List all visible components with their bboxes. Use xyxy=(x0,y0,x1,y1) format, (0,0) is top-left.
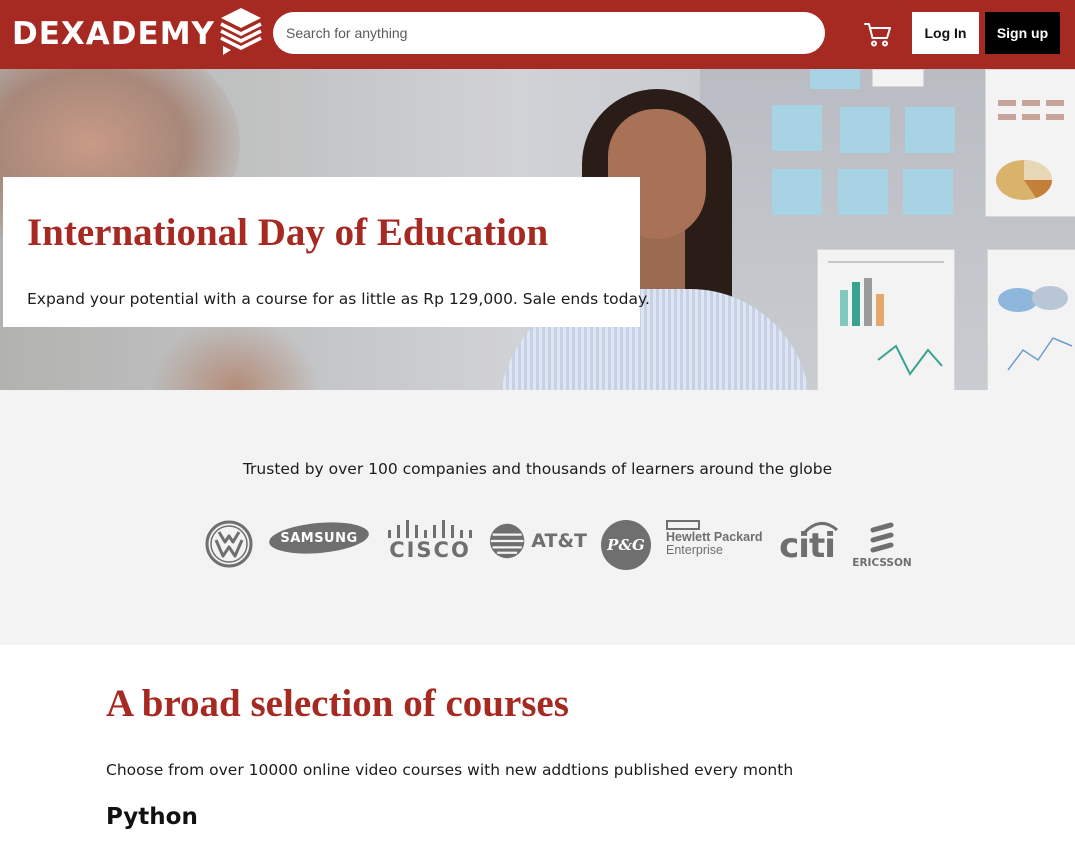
brand-logo[interactable]: DEXADEMY xyxy=(12,8,263,56)
sticky-note xyxy=(903,169,953,215)
top-navbar: DEXADEMY Log In Sign up xyxy=(0,0,1075,69)
cisco-text: CISCO xyxy=(389,537,471,562)
pg-text: P&G xyxy=(607,536,645,554)
book-stack-icon xyxy=(220,8,262,55)
citi-text: citi xyxy=(779,526,836,566)
sticky-note xyxy=(905,107,955,153)
search-input[interactable] xyxy=(273,12,825,54)
hpe-logo: Hewlett Packard Enterprise xyxy=(666,520,766,564)
cisco-logo: CISCO xyxy=(386,518,474,562)
att-text: AT&T xyxy=(531,530,587,552)
hpe-text-line2: Enterprise xyxy=(666,543,723,557)
paper-chart xyxy=(817,249,955,390)
courses-section-title: A broad selection of courses xyxy=(106,682,569,725)
paper-sheet xyxy=(872,69,924,87)
cart-icon[interactable] xyxy=(863,19,893,49)
courses-section-description: Choose from over 10000 online video cour… xyxy=(106,761,794,779)
paper-chart xyxy=(985,69,1075,217)
att-logo: AT&T xyxy=(489,521,587,561)
sticky-note xyxy=(772,169,822,215)
paper-chart xyxy=(987,249,1075,390)
volkswagen-logo xyxy=(205,520,253,568)
sticky-note xyxy=(838,169,888,215)
hpe-text-line1: Hewlett Packard xyxy=(666,530,763,544)
sticky-note xyxy=(840,107,890,153)
ericsson-logo: ERICSSON xyxy=(852,519,912,571)
brand-name: DEXADEMY xyxy=(12,15,216,52)
pg-logo: P&G xyxy=(601,520,651,570)
promo-title: International Day of Education xyxy=(27,211,549,254)
hero-background-blur xyxy=(150,319,320,390)
ericsson-text: ERICSSON xyxy=(852,556,912,569)
promo-subtitle: Expand your potential with a course for … xyxy=(27,290,650,308)
samsung-logo: SAMSUNG xyxy=(268,521,370,555)
login-button[interactable]: Log In xyxy=(912,12,979,54)
sticky-note xyxy=(810,69,860,89)
topic-heading-python: Python xyxy=(106,804,198,830)
citi-logo: citi xyxy=(775,514,839,566)
sticky-note xyxy=(772,105,822,151)
samsung-text: SAMSUNG xyxy=(280,530,358,546)
promo-card: International Day of Education Expand yo… xyxy=(3,177,650,327)
trusted-text: Trusted by over 100 companies and thousa… xyxy=(242,460,833,478)
signup-button[interactable]: Sign up xyxy=(985,12,1060,54)
trusted-companies-section: Trusted by over 100 companies and thousa… xyxy=(0,390,1075,645)
